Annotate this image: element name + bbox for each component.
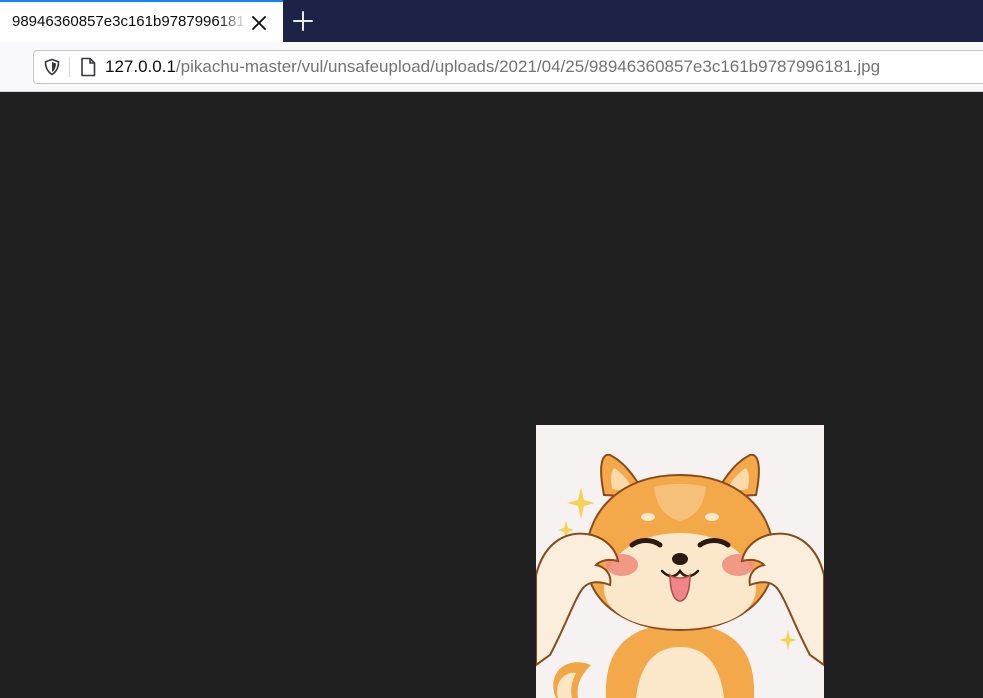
url-text[interactable]: 127.0.0.1/pikachu-master/vul/unsafeuploa…	[105, 51, 880, 83]
active-tab[interactable]: 98946360857e3c161b9787996181.jpg	[0, 0, 283, 42]
new-tab-plus-icon[interactable]	[291, 9, 315, 33]
url-host: 127.0.0.1	[105, 57, 176, 76]
navigation-toolbar: 127.0.0.1/pikachu-master/vul/unsafeuploa…	[0, 42, 983, 92]
tab-strip: 98946360857e3c161b9787996181.jpg	[0, 0, 983, 42]
address-bar[interactable]: 127.0.0.1/pikachu-master/vul/unsafeuploa…	[33, 50, 983, 84]
page-viewport	[0, 92, 983, 698]
url-path: /pikachu-master/vul/unsafeupload/uploads…	[175, 57, 881, 76]
page-icon[interactable]	[79, 57, 97, 77]
urlbar-divider	[69, 57, 70, 77]
tab-title: 98946360857e3c161b9787996181.jpg	[12, 13, 247, 30]
close-icon[interactable]	[249, 13, 269, 33]
shiba-dog-image	[536, 425, 824, 698]
shield-icon[interactable]	[43, 58, 61, 76]
